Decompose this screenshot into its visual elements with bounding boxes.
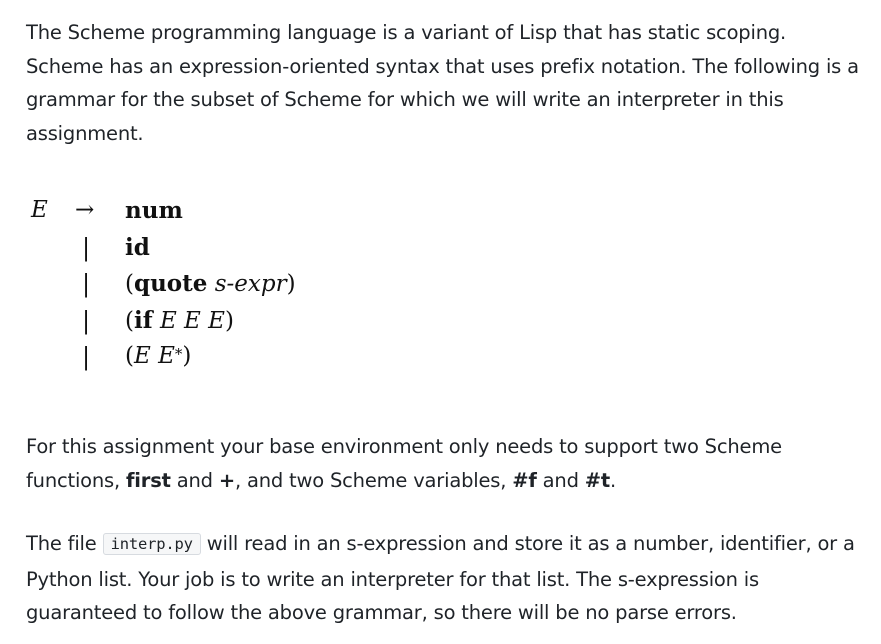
grammar-operand: E E — [133, 343, 175, 369]
text-run: , and two Scheme variables, — [234, 468, 513, 492]
grammar-paren: ) — [224, 307, 234, 334]
grammar-paren: ( — [125, 307, 134, 334]
text-run: The file — [26, 532, 103, 555]
grammar-paren: ) — [286, 271, 296, 297]
grammar-bar: | — [82, 233, 91, 262]
grammar-rhs: (quote s-expr) — [125, 270, 296, 297]
grammar-rhs: (E E*) — [125, 343, 191, 369]
text-run: . — [610, 468, 617, 492]
grammar-paren: ( — [125, 343, 134, 369]
grammar-paren: ( — [125, 271, 134, 297]
grammar-paren: ) — [182, 343, 192, 369]
file-paragraph: The file interp.py will read in an s-exp… — [26, 527, 866, 630]
grammar-arrow: → — [75, 197, 95, 223]
grammar-operand: s-expr — [214, 271, 287, 297]
function-first: first — [126, 468, 171, 492]
grammar-bar: | — [82, 270, 91, 298]
variable-true: #t — [584, 468, 611, 492]
grammar-lhs: E — [31, 197, 48, 223]
base-environment-paragraph: For this assignment your base environmen… — [26, 430, 866, 497]
grammar-bar: | — [82, 343, 91, 371]
intro-paragraph: The Scheme programming language is a var… — [26, 21, 859, 146]
grammar-rhs: id — [125, 234, 150, 261]
function-plus: + — [218, 468, 235, 492]
grammar-operand: E E E — [159, 307, 225, 334]
kleene-star: * — [174, 345, 183, 363]
text-run: and — [170, 468, 219, 492]
grammar-keyword: if — [133, 306, 153, 334]
filename-code: interp.py — [102, 533, 201, 555]
text-run: and — [536, 468, 585, 492]
variable-false: #f — [512, 468, 537, 492]
grammar-keyword: id — [125, 233, 150, 261]
grammar-keyword: quote — [133, 270, 208, 297]
assignment-page: The Scheme programming language is a var… — [0, 0, 881, 644]
grammar-bar: | — [82, 306, 91, 335]
grammar-rhs: num — [125, 197, 183, 224]
grammar-keyword: num — [125, 197, 183, 224]
grammar-rhs: (if E E E) — [125, 307, 234, 334]
